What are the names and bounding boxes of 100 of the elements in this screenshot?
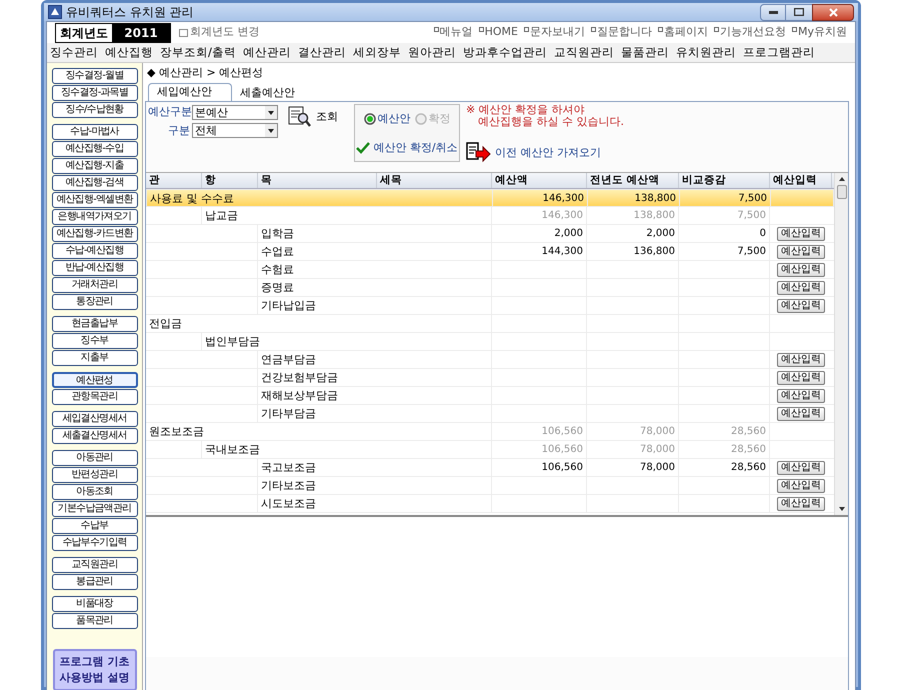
- sidebar-item[interactable]: 수납-마법사: [52, 124, 138, 140]
- sidebar-item[interactable]: 아동관리: [52, 450, 138, 466]
- top-link[interactable]: 문자보내기: [524, 24, 585, 41]
- close-button[interactable]: [812, 4, 854, 20]
- menu-item[interactable]: 물품관리: [620, 44, 669, 62]
- sidebar-item[interactable]: 세입결산명세서: [52, 411, 138, 427]
- top-link[interactable]: 홈페이지: [658, 24, 708, 41]
- table-row[interactable]: 기타보조금 예산입력: [146, 477, 834, 495]
- budget-input-button[interactable]: 예산입력: [777, 497, 825, 511]
- table-row[interactable]: 사용료 및 수수료 146,300 138,800 7,500: [146, 189, 834, 207]
- sidebar-item[interactable]: 징수결정-과목별: [52, 85, 138, 101]
- table-row[interactable]: 국고보조금 106,560 78,000 28,560 예산입력: [146, 459, 834, 477]
- sidebar-item[interactable]: 예산집행-카드변환: [52, 226, 138, 242]
- breadcrumb: ◆ 예산관리 > 예산편성: [146, 65, 264, 81]
- help-button[interactable]: 프로그램 기초 사용방법 설명: [52, 649, 136, 690]
- column-header: 세목: [377, 173, 492, 188]
- table-row[interactable]: 원조보조금 106,560 78,000 28,560: [146, 423, 834, 441]
- table-row[interactable]: 수업료 144,300 136,800 7,500 예산입력: [146, 243, 834, 261]
- table-row[interactable]: 기타납입금 예산입력: [146, 297, 834, 315]
- budget-input-button[interactable]: 예산입력: [777, 479, 825, 493]
- budget-input-button[interactable]: 예산입력: [777, 371, 825, 385]
- sidebar-item[interactable]: 관항목관리: [52, 389, 138, 405]
- menu-item[interactable]: 예산집행: [105, 44, 153, 62]
- menu-item[interactable]: 원아관리: [408, 44, 456, 62]
- table-row[interactable]: 전입금: [146, 315, 834, 333]
- menu-item[interactable]: 방과후수업관리: [462, 44, 547, 62]
- menu-item[interactable]: 예산관리: [242, 44, 291, 62]
- menu-item[interactable]: 장부조회/출력: [160, 44, 236, 62]
- table-row[interactable]: 건강보험부담금 예산입력: [146, 369, 834, 387]
- sidebar-item[interactable]: 징수/수납현황: [52, 102, 138, 118]
- budget-input-button[interactable]: 예산입력: [777, 407, 825, 421]
- sidebar-item[interactable]: 세출결산명세서: [52, 428, 138, 444]
- table-row[interactable]: 연금부담금 예산입력: [146, 351, 834, 369]
- tab[interactable]: 세입예산안: [148, 83, 232, 101]
- budget-input-button[interactable]: 예산입력: [777, 245, 825, 259]
- minimize-button[interactable]: [760, 4, 786, 20]
- menu-item[interactable]: 유치원관리: [676, 44, 736, 62]
- top-link[interactable]: 질문합니다: [590, 24, 652, 41]
- sidebar-item[interactable]: 비품대장: [52, 596, 138, 612]
- table-row[interactable]: 법인부담금: [146, 333, 834, 351]
- sidebar-item[interactable]: 지출부: [52, 350, 138, 366]
- table-row[interactable]: 국내보조금 106,560 78,000 28,560: [146, 441, 834, 459]
- sidebar-item[interactable]: 아동조회: [52, 484, 138, 500]
- budget-input-button[interactable]: 예산입력: [777, 389, 825, 403]
- menu-item[interactable]: 세외장부: [352, 44, 401, 62]
- table-row[interactable]: 재해보상부담금 예산입력: [146, 387, 834, 405]
- sidebar-item[interactable]: 현금출납부: [52, 316, 138, 332]
- top-link[interactable]: HOME: [478, 24, 518, 41]
- column-header: 예산액: [492, 173, 587, 188]
- table-row[interactable]: 증명료 예산입력: [146, 279, 834, 297]
- column-header: 항: [202, 173, 258, 188]
- sidebar-item[interactable]: 반납-예산집행: [52, 260, 138, 276]
- sidebar-item[interactable]: 예산집행-검색: [52, 175, 138, 191]
- sidebar-item[interactable]: 예산집행-지출: [52, 158, 138, 174]
- budget-input-button[interactable]: 예산입력: [777, 263, 825, 277]
- fiscal-year-change-link[interactable]: 회계년도 변경: [179, 24, 260, 41]
- sidebar-item[interactable]: 통장관리: [52, 294, 138, 310]
- sidebar-item[interactable]: 징수부: [52, 333, 138, 349]
- sidebar-item[interactable]: 봉급관리: [52, 574, 138, 590]
- top-link[interactable]: 기능개선요청: [714, 24, 786, 41]
- budget-input-button[interactable]: 예산입력: [777, 353, 825, 367]
- table-row[interactable]: 수험료 예산입력: [146, 261, 834, 279]
- budget-input-button[interactable]: 예산입력: [777, 461, 825, 475]
- budget-input-button[interactable]: 예산입력: [777, 281, 825, 295]
- sidebar-item[interactable]: 은행내역가져오기: [52, 209, 138, 225]
- sidebar-item[interactable]: 교직원관리: [52, 557, 138, 573]
- sidebar-item[interactable]: 수납부수기입력: [52, 535, 138, 551]
- top-link[interactable]: 메뉴얼: [434, 24, 473, 41]
- sidebar-item[interactable]: 징수결정-월별: [52, 68, 138, 84]
- table-row[interactable]: 입학금 2,000 2,000 0 예산입력: [146, 225, 834, 243]
- import-button[interactable]: 이전 예산안 가져오기: [466, 142, 624, 164]
- table-row[interactable]: 납교금 146,300 138,800 7,500: [146, 207, 834, 225]
- search-button[interactable]: 조회: [288, 105, 338, 129]
- budget-input-button[interactable]: 예산입력: [777, 227, 825, 241]
- sidebar-item[interactable]: 거래처관리: [52, 277, 138, 293]
- maximize-button[interactable]: [786, 4, 812, 20]
- table-row[interactable]: 시도보조금 예산입력: [146, 495, 834, 513]
- budget-input-button[interactable]: 예산입력: [777, 299, 825, 313]
- sidebar-item[interactable]: 예산편성: [52, 372, 138, 388]
- table-row[interactable]: 기타부담금 예산입력: [146, 405, 834, 423]
- sidebar-item[interactable]: 기본수납금액관리: [52, 501, 138, 517]
- menu-item[interactable]: 교직원관리: [554, 44, 614, 62]
- menu-item[interactable]: 징수관리: [50, 44, 98, 62]
- confirm-button[interactable]: 예산안 확정/취소: [356, 140, 458, 156]
- filter-dropdown[interactable]: 본예산: [192, 104, 278, 120]
- sidebar-item[interactable]: 반편성관리: [52, 467, 138, 483]
- sidebar-item[interactable]: 수납-예산집행: [52, 243, 138, 259]
- sidebar-item[interactable]: 예산집행-수입: [52, 141, 138, 157]
- filter-dropdown[interactable]: 전체: [192, 123, 278, 138]
- filter-label: 예산구분: [148, 104, 190, 120]
- menu-item[interactable]: 프로그램관리: [742, 44, 815, 62]
- sidebar-item[interactable]: 품목관리: [52, 613, 138, 629]
- sidebar-item[interactable]: 수납부: [52, 518, 138, 534]
- menu-item[interactable]: 결산관리: [298, 44, 346, 62]
- sidebar-item[interactable]: 예산집행-엑셀변환: [52, 192, 138, 208]
- top-link[interactable]: My유치원: [792, 24, 847, 41]
- scrollbar[interactable]: [834, 173, 848, 515]
- scroll-thumb[interactable]: [836, 185, 846, 199]
- status-radio[interactable]: 예산안: [364, 111, 410, 128]
- tab[interactable]: 세출예산안: [232, 85, 316, 101]
